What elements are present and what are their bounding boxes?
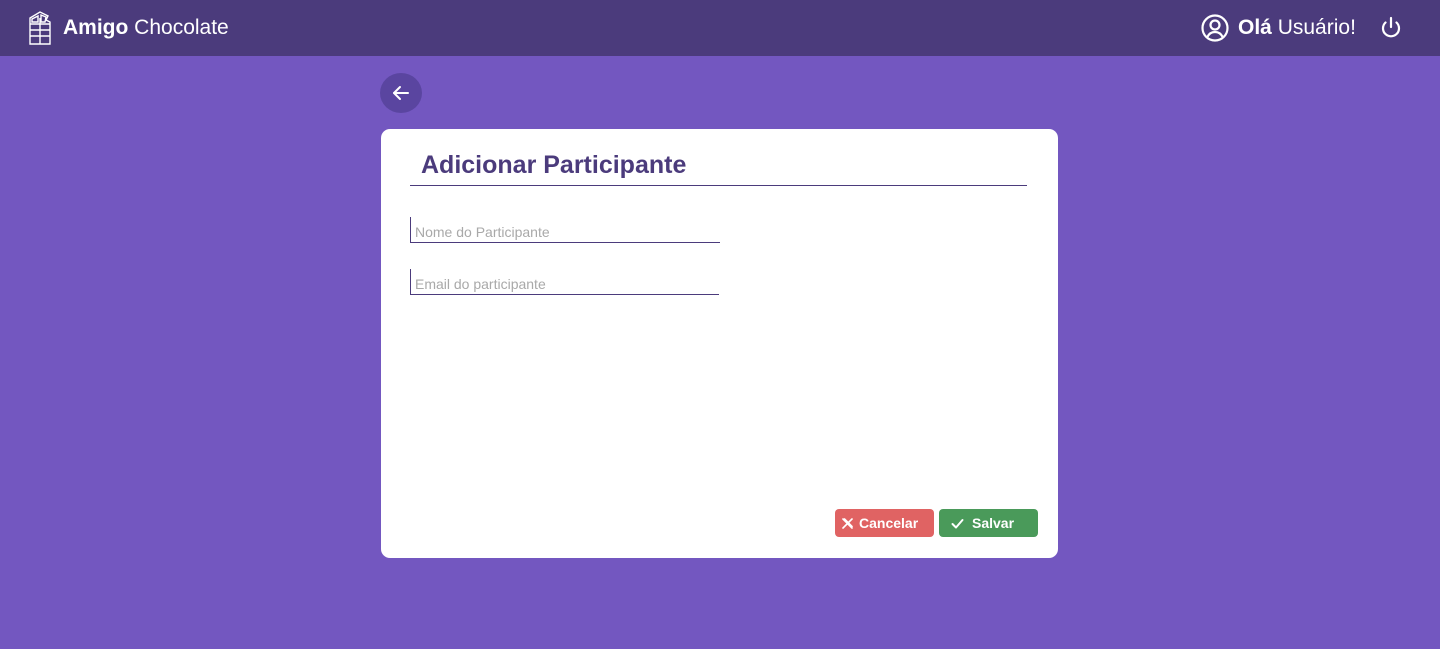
save-label: Salvar: [972, 515, 1015, 531]
greeting-username: Usuário!: [1277, 16, 1356, 39]
brand-name-bold: Amigo: [63, 16, 129, 39]
back-button[interactable]: [380, 73, 422, 113]
brand[interactable]: Amigo Chocolate: [26, 10, 229, 46]
participant-email-input[interactable]: [415, 274, 715, 294]
save-button[interactable]: Salvar: [939, 509, 1038, 537]
add-participant-card: Adicionar Participante Cancelar Salvar: [381, 129, 1058, 558]
check-icon: [951, 518, 964, 528]
arrow-left-icon: [393, 86, 409, 100]
greeting-bold: Olá: [1238, 16, 1272, 39]
user-greeting: Olá Usuário!: [1200, 12, 1356, 44]
greeting-text: Olá Usuário!: [1238, 16, 1356, 40]
participant-name-field[interactable]: [410, 217, 720, 243]
cancel-label: Cancelar: [859, 515, 919, 531]
cancel-button[interactable]: Cancelar: [835, 509, 934, 537]
page-title: Adicionar Participante: [421, 151, 687, 179]
power-icon[interactable]: [1378, 15, 1404, 41]
chocolate-bar-icon: [29, 11, 51, 45]
top-bar: Amigo Chocolate Olá Usuário!: [0, 0, 1440, 56]
brand-name-light: Chocolate: [134, 16, 229, 39]
user-circle-icon: [1201, 14, 1229, 42]
participant-name-input[interactable]: [415, 222, 715, 242]
brand-name: Amigo Chocolate: [63, 10, 229, 46]
participant-email-field[interactable]: [410, 269, 719, 295]
close-icon: [842, 517, 853, 529]
title-divider: [410, 185, 1027, 186]
